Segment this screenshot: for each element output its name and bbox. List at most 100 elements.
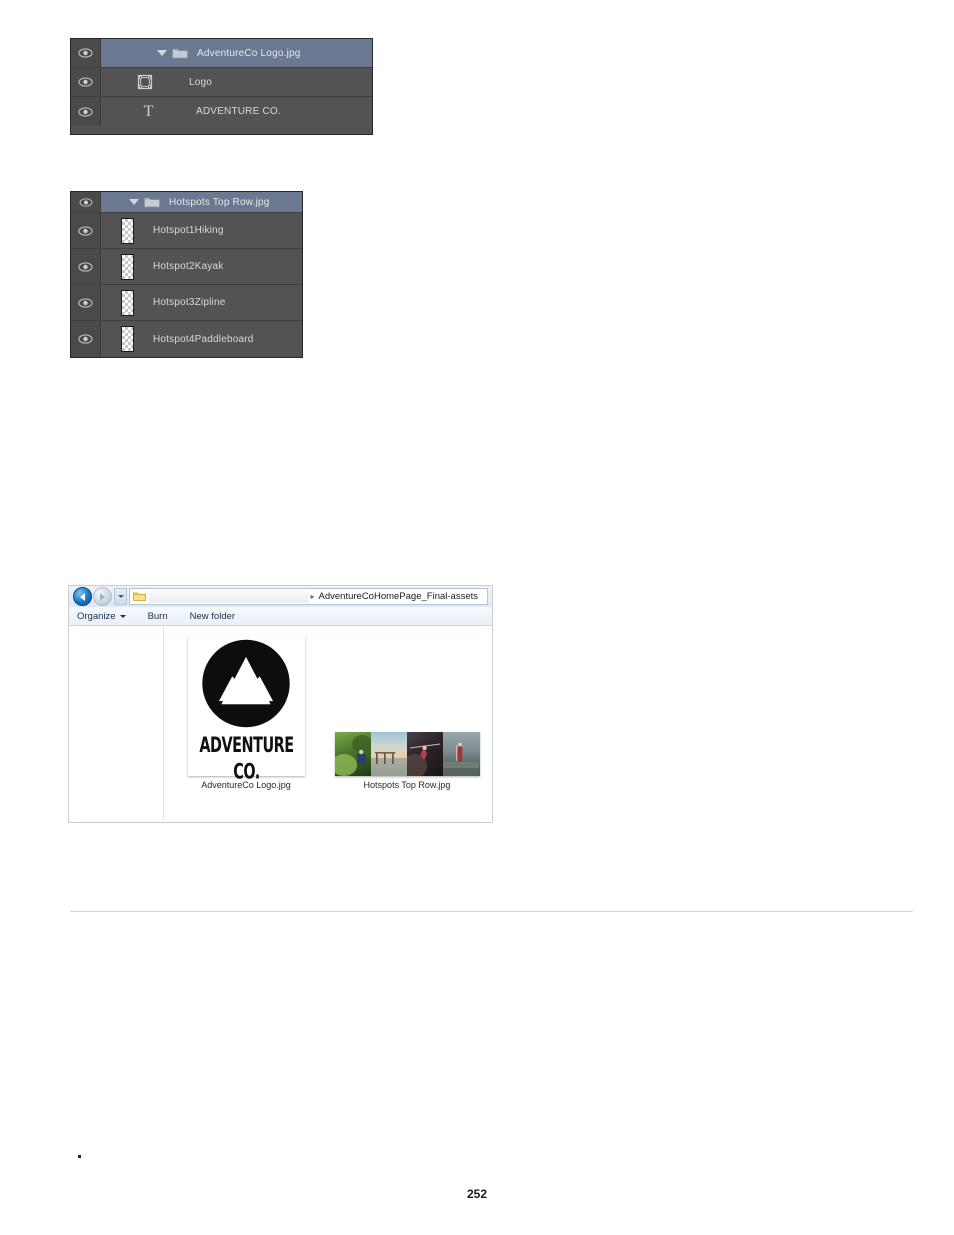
disclosure-triangle-down-icon[interactable] [129,199,139,205]
eye-icon [78,106,93,117]
eye-icon [78,334,93,344]
file-item-adventureco-logo[interactable]: ADVENTURE CO. AdventureCo Logo.jpg [181,636,311,790]
photoshop-layers-panel-hotspots[interactable]: Hotspots Top Row.jpg Hotspot1Hiking Hots… [70,191,303,358]
hotspot-photo-paddleboard [443,732,480,776]
layer-row-logo[interactable]: Logo [71,68,372,97]
layer-name: Hotspot1Hiking [153,225,224,236]
layer-visibility-toggle[interactable] [71,68,101,96]
burn-label: Burn [147,610,168,622]
layer-visibility-toggle[interactable] [71,321,101,357]
hotspots-top-row-thumbnail [334,732,480,776]
layer-row-body[interactable]: Hotspots Top Row.jpg [101,192,302,212]
layer-row-body[interactable]: Hotspot4Paddleboard [101,321,302,357]
layer-row-hotspot4paddleboard[interactable]: Hotspot4Paddleboard [71,321,302,357]
layer-visibility-toggle[interactable] [71,213,101,248]
adventureco-logo-mark-icon [202,639,290,728]
back-arrow-icon [80,592,85,601]
layer-row-group-adventureco-logo[interactable]: AdventureCo Logo.jpg [71,39,372,68]
eye-icon [78,297,93,308]
file-name: Hotspots Top Row.jpg [363,780,451,790]
explorer-toolbar[interactable]: Organize Burn New folder [69,607,492,626]
layer-name: Hotspots Top Row.jpg [169,196,270,208]
layer-visibility-toggle[interactable] [71,192,101,212]
section-divider-rule [70,911,913,912]
folder-icon [133,592,146,602]
breadcrumb-separator-icon: ▸ [310,592,315,601]
layer-name: ADVENTURE CO. [196,106,281,117]
eye-icon [78,77,93,87]
navigation-pane[interactable] [69,626,164,821]
address-path-shading [149,590,309,603]
layer-thumbnail[interactable] [101,74,189,90]
paddleboard-photo-detail [443,742,480,776]
layer-name: Logo [189,76,213,88]
layer-name: AdventureCo Logo.jpg [197,47,301,59]
layer-thumbnail[interactable]: T [101,102,196,120]
breadcrumb-current-folder[interactable]: AdventureCoHomePage_Final-assets [319,591,484,602]
organize-label: Organize [77,610,116,622]
layer-row-body[interactable]: AdventureCo Logo.jpg [101,39,372,67]
eye-icon [78,261,93,272]
layer-row-hotspot1hiking[interactable]: Hotspot1Hiking [71,213,302,249]
page-number: 252 [466,1187,488,1201]
windows-explorer-window[interactable]: ▸ AdventureCoHomePage_Final-assets Organ… [68,585,493,823]
folder-icon [144,197,160,208]
layer-name: Hotspot4Paddleboard [153,333,254,345]
chevron-down-icon [119,614,126,618]
layer-name: Hotspot2Kayak [153,261,224,272]
recent-pages-dropdown-button[interactable] [114,588,127,605]
zipline-photo-detail [407,743,441,776]
burn-button[interactable]: Burn [148,611,168,622]
layer-visibility-toggle[interactable] [71,285,101,320]
layer-visibility-toggle[interactable] [71,39,101,67]
hotspot-photo-zipline [407,732,444,776]
eye-icon [78,48,93,58]
forward-button[interactable] [93,587,112,606]
layer-thumbnail[interactable] [101,289,153,316]
layer-row-body[interactable]: Logo [101,68,372,96]
transparency-thumbnail-icon [120,217,134,244]
eye-icon [79,197,92,207]
adventureco-logo-thumbnail: ADVENTURE CO. [187,636,305,784]
layer-visibility-toggle[interactable] [71,249,101,284]
photoshop-layers-panel-logo[interactable]: AdventureCo Logo.jpg Logo T ADVENTURE CO… [70,38,373,135]
layer-row-hotspot3zipline[interactable]: Hotspot3Zipline [71,285,302,321]
disclosure-triangle-down-icon[interactable] [157,50,167,56]
layer-visibility-toggle[interactable] [71,97,101,126]
layer-thumbnail[interactable] [101,326,153,352]
chevron-down-icon [117,595,124,598]
transparency-thumbnail-icon [120,253,134,280]
logo-wordmark: ADVENTURE CO. [198,731,294,785]
folder-icon [172,48,188,59]
explorer-content: ADVENTURE CO. AdventureCo Logo.jpg Hotsp… [69,626,492,821]
hiking-photo-detail [334,735,371,776]
kayak-photo-detail [370,752,407,776]
layer-row-body[interactable]: Hotspot1Hiking [101,213,302,248]
eye-icon [78,225,93,236]
transparency-thumbnail-icon [120,289,134,316]
new-folder-button[interactable]: New folder [190,611,235,622]
explorer-address-bar[interactable]: ▸ AdventureCoHomePage_Final-assets [69,586,492,607]
list-bullet-marker [78,1155,81,1158]
layer-row-body[interactable]: T ADVENTURE CO. [101,97,372,126]
layer-thumbnail[interactable] [101,217,153,244]
back-button[interactable] [73,587,92,606]
layer-row-body[interactable]: Hotspot3Zipline [101,285,302,320]
organize-menu-button[interactable]: Organize [77,611,126,622]
layer-row-adventure-co-text[interactable]: T ADVENTURE CO. [71,97,372,126]
layer-row-hotspot2kayak[interactable]: Hotspot2Kayak [71,249,302,285]
vector-shape-icon [137,74,153,90]
address-input[interactable]: ▸ AdventureCoHomePage_Final-assets [129,588,488,605]
hotspot-photo-kayak [370,732,407,776]
file-item-hotspots-top-row[interactable]: Hotspots Top Row.jpg [332,732,482,790]
layer-row-body[interactable]: Hotspot2Kayak [101,249,302,284]
forward-arrow-icon [100,592,105,601]
type-T-icon: T [143,102,154,120]
new-folder-label: New folder [189,610,236,622]
hotspot-photo-hiking [334,732,371,776]
transparency-thumbnail-icon [120,326,134,352]
layer-row-group-hotspots-top-row[interactable]: Hotspots Top Row.jpg [71,192,302,213]
layer-thumbnail[interactable] [101,253,153,280]
layer-name: Hotspot3Zipline [153,297,226,308]
file-list-view[interactable]: ADVENTURE CO. AdventureCo Logo.jpg Hotsp… [164,626,492,821]
